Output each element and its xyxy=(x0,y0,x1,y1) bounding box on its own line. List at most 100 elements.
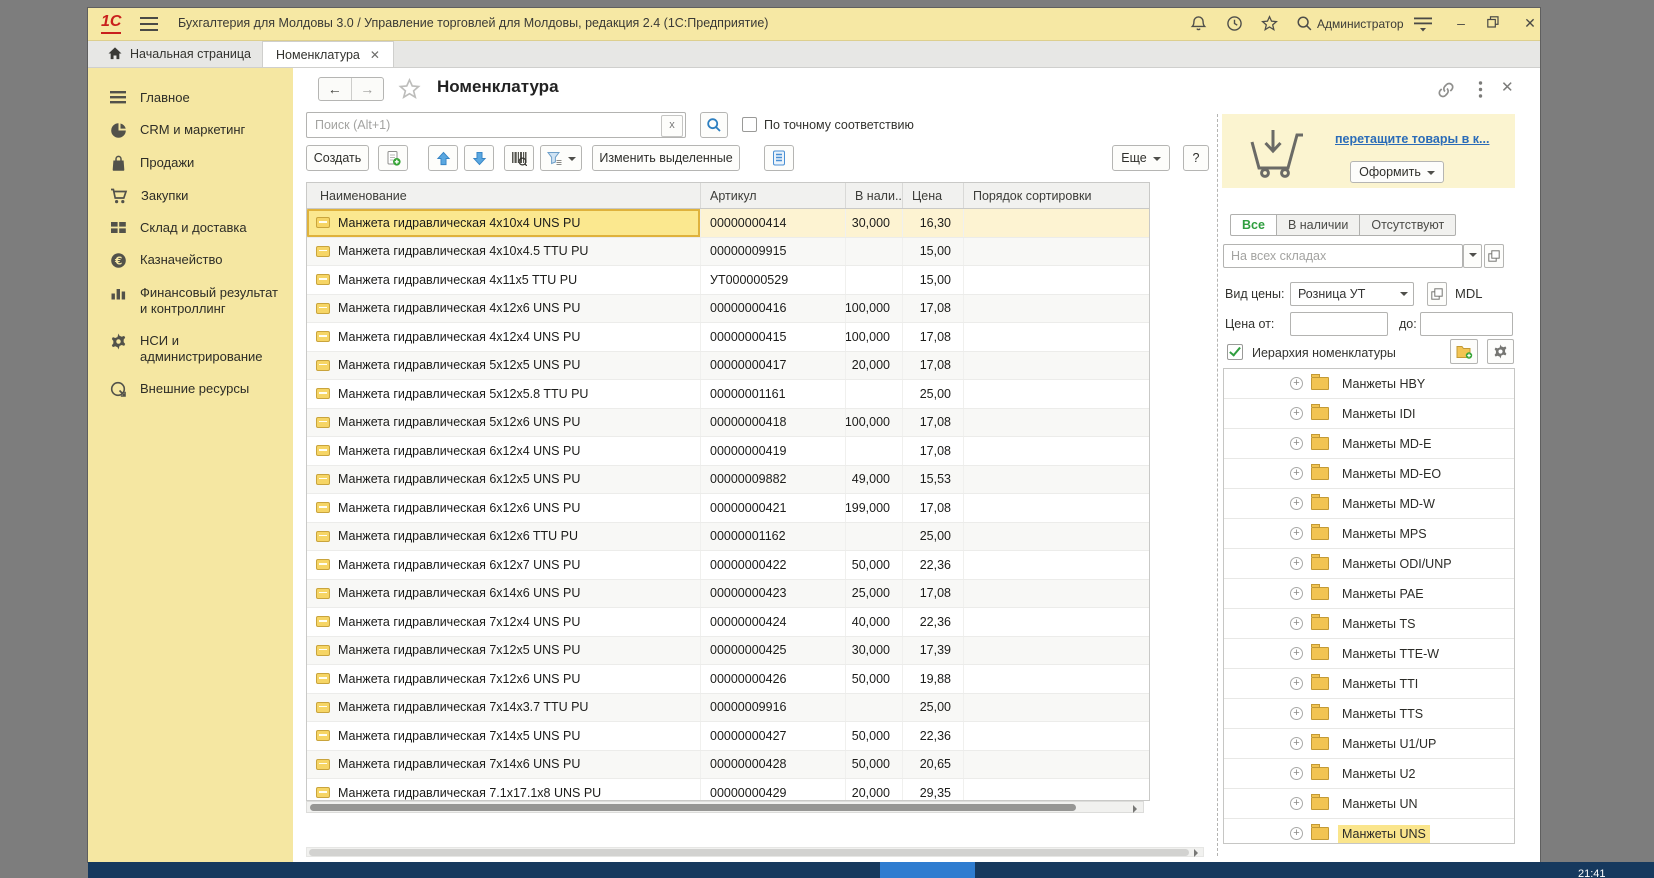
tab-home[interactable]: Начальная страница xyxy=(95,41,264,66)
tree-item[interactable]: Манжеты PAE xyxy=(1224,579,1514,609)
close-form-icon[interactable]: ✕ xyxy=(1501,78,1514,96)
add-to-favorites-star-icon[interactable] xyxy=(398,78,421,100)
tree-item[interactable]: Манжеты MD-EO xyxy=(1224,459,1514,489)
expand-plus-icon[interactable] xyxy=(1290,497,1303,510)
table-row[interactable]: Манжета гидравлическая 4x11x5 TTU PUУТ00… xyxy=(307,266,1149,295)
table-row[interactable]: Манжета гидравлическая 7x14x3.7 TTU PU00… xyxy=(307,694,1149,723)
expand-plus-icon[interactable] xyxy=(1290,797,1303,810)
tree-item[interactable]: Манжеты ODI/UNP xyxy=(1224,549,1514,579)
expand-plus-icon[interactable] xyxy=(1290,407,1303,420)
barcode-search-button[interactable] xyxy=(504,145,534,171)
expand-plus-icon[interactable] xyxy=(1290,827,1303,840)
expand-plus-icon[interactable] xyxy=(1290,677,1303,690)
table-row[interactable]: Манжета гидравлическая 6x12x4 UNS PU0000… xyxy=(307,437,1149,466)
history-icon[interactable] xyxy=(1226,15,1244,33)
exact-match-checkbox[interactable] xyxy=(742,117,757,132)
column-header-sort-order[interactable]: Порядок сортировки xyxy=(964,183,1149,208)
favorites-star-icon[interactable] xyxy=(1261,15,1279,33)
tree-item[interactable]: Манжеты TTS xyxy=(1224,699,1514,729)
expand-plus-icon[interactable] xyxy=(1290,587,1303,600)
column-header-name[interactable]: Наименование xyxy=(307,183,701,208)
scrollbar-thumb[interactable] xyxy=(310,804,1076,811)
expand-plus-icon[interactable] xyxy=(1290,467,1303,480)
table-row[interactable]: Манжета гидравлическая 4x12x6 UNS PU0000… xyxy=(307,295,1149,324)
price-type-combo[interactable]: Розница УТ xyxy=(1290,282,1414,306)
expand-plus-icon[interactable] xyxy=(1290,437,1303,450)
search-input[interactable] xyxy=(306,112,686,138)
get-link-icon[interactable] xyxy=(1437,81,1455,99)
sidebar-item[interactable]: €Казначейство xyxy=(88,244,293,277)
sidebar-item[interactable]: Склад и доставка xyxy=(88,212,293,244)
sidebar-item[interactable]: Продажи xyxy=(88,147,293,180)
table-row[interactable]: Манжета гидравлическая 7x14x6 UNS PU0000… xyxy=(307,751,1149,780)
global-search-icon[interactable] xyxy=(1296,15,1314,33)
tree-item[interactable]: Манжеты TTE-W xyxy=(1224,639,1514,669)
filter-in-stock-button[interactable]: В наличии xyxy=(1277,214,1360,236)
tree-item[interactable]: Манжеты HBY xyxy=(1224,369,1514,399)
table-row[interactable]: Манжета гидравлическая 7x12x4 UNS PU0000… xyxy=(307,608,1149,637)
scrollbar-thumb[interactable] xyxy=(309,849,1189,856)
service-menu-icon[interactable] xyxy=(1414,15,1432,33)
taskbar-active-app[interactable] xyxy=(880,862,975,878)
sidebar-item[interactable]: Закупки xyxy=(88,180,293,212)
scroll-right-icon[interactable] xyxy=(1133,805,1141,813)
expand-plus-icon[interactable] xyxy=(1290,767,1303,780)
table-horizontal-scrollbar[interactable] xyxy=(306,801,1144,813)
tree-item[interactable]: Манжеты U2 xyxy=(1224,759,1514,789)
tab-close-icon[interactable]: ✕ xyxy=(370,48,380,62)
tree-item[interactable]: Манжеты MPS xyxy=(1224,519,1514,549)
expand-plus-icon[interactable] xyxy=(1290,647,1303,660)
expand-plus-icon[interactable] xyxy=(1290,377,1303,390)
notifications-bell-icon[interactable] xyxy=(1190,15,1208,33)
tree-item[interactable]: Манжеты UN xyxy=(1224,789,1514,819)
column-header-stock[interactable]: В нали... xyxy=(846,183,903,208)
form-horizontal-scrollbar[interactable] xyxy=(306,847,1204,857)
warehouse-open-button[interactable] xyxy=(1484,244,1504,268)
expand-plus-icon[interactable] xyxy=(1290,557,1303,570)
more-actions-button[interactable]: Еще xyxy=(1112,145,1170,171)
table-row[interactable]: Манжета гидравлическая 4x12x4 UNS PU0000… xyxy=(307,323,1149,352)
filter-out-of-stock-button[interactable]: Отсутствуют xyxy=(1360,214,1456,236)
os-taskbar[interactable]: 21:41 xyxy=(88,862,1654,878)
filter-button[interactable] xyxy=(540,145,582,171)
tree-settings-button[interactable] xyxy=(1487,339,1514,364)
expand-plus-icon[interactable] xyxy=(1290,617,1303,630)
forward-button[interactable]: → xyxy=(352,78,384,100)
table-row[interactable]: Манжета гидравлическая 6x12x6 TTU PU0000… xyxy=(307,523,1149,552)
main-menu-icon[interactable] xyxy=(140,17,158,31)
create-group-button[interactable] xyxy=(378,145,408,171)
tree-item[interactable]: Манжеты MD-E xyxy=(1224,429,1514,459)
tree-item[interactable]: Манжеты TTI xyxy=(1224,669,1514,699)
more-vertical-dots-icon[interactable] xyxy=(1478,80,1483,99)
sidebar-item[interactable]: Главное xyxy=(88,82,293,114)
table-row[interactable]: Манжета гидравлическая 6x14x6 UNS PU0000… xyxy=(307,580,1149,609)
scroll-right-icon[interactable] xyxy=(1194,849,1202,857)
hierarchy-checkbox[interactable] xyxy=(1227,344,1243,360)
price-to-input[interactable] xyxy=(1420,312,1513,336)
table-row[interactable]: Манжета гидравлическая 7x12x5 UNS PU0000… xyxy=(307,637,1149,666)
back-button[interactable]: ← xyxy=(319,78,352,100)
help-button[interactable]: ? xyxy=(1183,145,1209,171)
search-button[interactable] xyxy=(700,112,728,138)
tab-nomenclature[interactable]: Номенклатура ✕ xyxy=(262,41,394,67)
table-row[interactable]: Манжета гидравлическая 6x12x7 UNS PU0000… xyxy=(307,551,1149,580)
sidebar-item[interactable]: НСИ и администрирование xyxy=(88,325,293,373)
price-from-input[interactable] xyxy=(1290,312,1388,336)
tree-item[interactable]: Манжеты UNS xyxy=(1224,819,1514,844)
expand-plus-icon[interactable] xyxy=(1290,707,1303,720)
tree-item[interactable]: Манжеты U1/UP xyxy=(1224,729,1514,759)
table-row[interactable]: Манжета гидравлическая 5x12x6 UNS PU0000… xyxy=(307,409,1149,438)
filter-all-button[interactable]: Все xyxy=(1230,214,1277,236)
drop-products-link[interactable]: перетащите товары в к... xyxy=(1335,132,1489,146)
cart-drop-zone[interactable]: перетащите товары в к... Оформить xyxy=(1222,114,1515,188)
expand-plus-icon[interactable] xyxy=(1290,737,1303,750)
move-up-button[interactable] xyxy=(428,145,458,171)
minimize-button[interactable]: – xyxy=(1451,14,1471,32)
table-row[interactable]: Манжета гидравлическая 5x12x5 UNS PU0000… xyxy=(307,352,1149,381)
column-header-price[interactable]: Цена xyxy=(903,183,964,208)
edit-selected-button[interactable]: Изменить выделенные xyxy=(592,145,740,171)
tree-item[interactable]: Манжеты MD-W xyxy=(1224,489,1514,519)
table-row[interactable]: Манжета гидравлическая 7.1x17.1x8 UNS PU… xyxy=(307,779,1149,800)
expand-plus-icon[interactable] xyxy=(1290,527,1303,540)
current-user[interactable]: Администратор xyxy=(1317,17,1404,31)
